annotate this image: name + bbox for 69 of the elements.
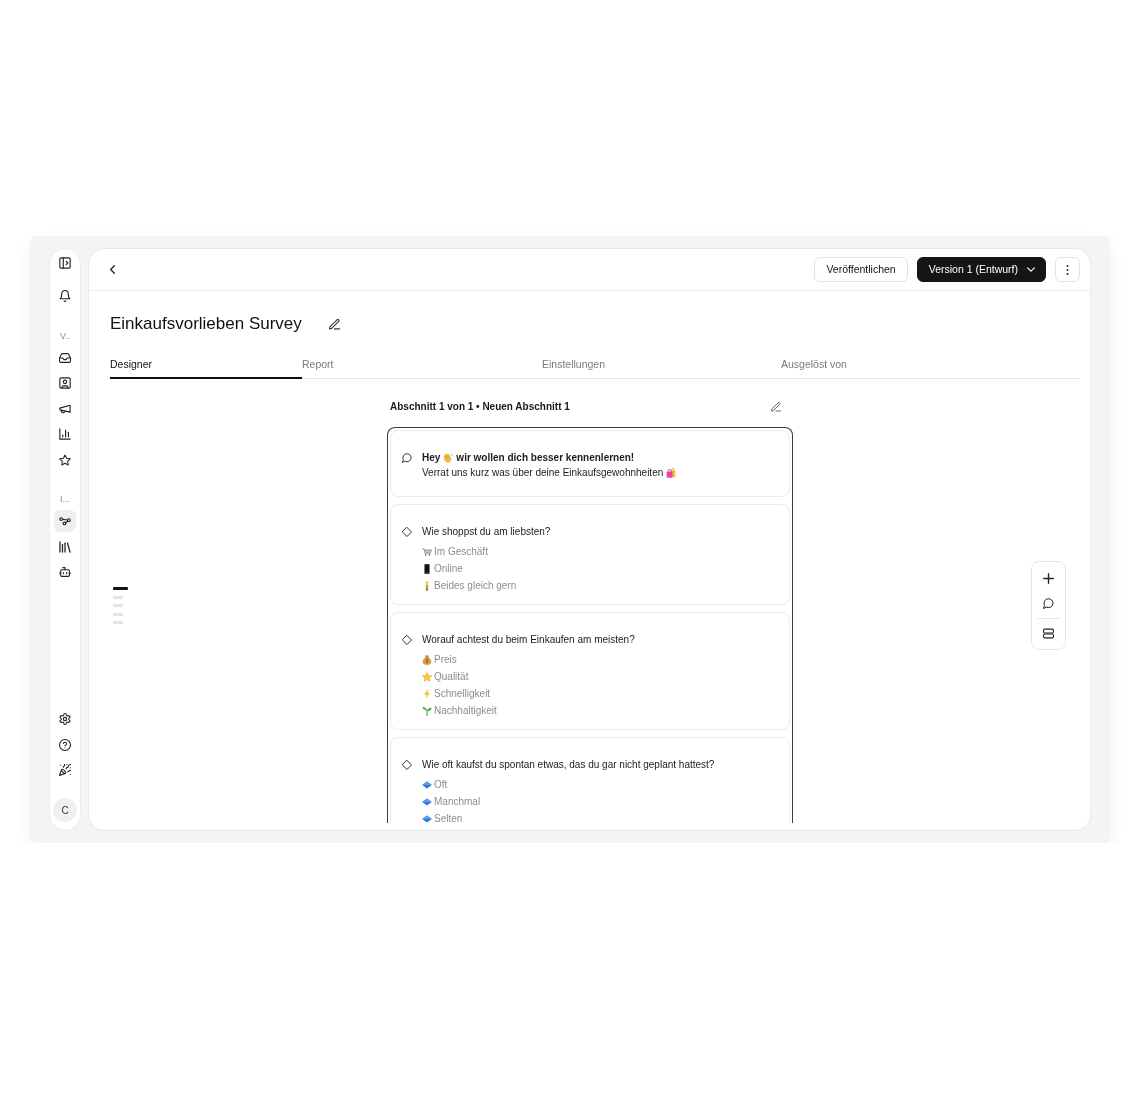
- bar-chart-icon: [59, 428, 71, 440]
- sidebar-group-label: V..: [59, 329, 71, 342]
- connected-nodes-icon: [59, 515, 71, 527]
- pencil-icon[interactable]: [771, 402, 781, 412]
- filled-diamond-icon: [422, 813, 432, 823]
- tab[interactable]: Report: [302, 357, 542, 379]
- sprout-icon: [422, 705, 432, 716]
- option-text: Preis: [434, 653, 457, 667]
- question-text: Worauf achtest du beim Einkaufen am meisten?: [422, 633, 635, 647]
- shopping-bags-icon: [666, 467, 677, 478]
- chevron-down-icon: [1027, 267, 1035, 272]
- diamond-icon: [402, 634, 412, 645]
- question-card[interactable]: Wie oft kaufst du spontan etwas, das du gar nicht geplant hattest? Oft Manchmal Selten: [390, 737, 790, 823]
- lightning-bolt-icon: [422, 688, 432, 699]
- option-text: Qualität: [434, 670, 469, 684]
- star-icon: [422, 671, 432, 682]
- section-heading: Abschnitt 1 von 1 • Neuen Abschnitt 1: [390, 401, 570, 413]
- speech-bubble-icon: [402, 452, 412, 463]
- diamond-icon: [402, 759, 412, 770]
- question-text: Wie oft kaufst du spontan etwas, das du gar nicht geplant hattest?: [422, 758, 715, 772]
- section-marker[interactable]: [113, 587, 128, 590]
- user-avatar[interactable]: C: [53, 798, 77, 822]
- tab[interactable]: Einstellungen: [542, 357, 781, 379]
- diamond-icon: [402, 526, 412, 537]
- contact-card-icon: [59, 377, 71, 389]
- mobile-phone-icon: [422, 563, 432, 574]
- option-text: Im Geschäft: [434, 545, 488, 559]
- shopping-cart-icon: [422, 546, 432, 557]
- publish-button[interactable]: Veröffentlichen: [814, 257, 908, 282]
- stacked-rows-icon[interactable]: [1043, 627, 1054, 639]
- tab[interactable]: Ausgelöst von: [781, 357, 1080, 379]
- vertical-dots-icon: [1066, 264, 1069, 275]
- option-text: Nachhaltigkeit: [434, 704, 497, 718]
- option-text: Manchmal: [434, 795, 481, 809]
- help-icon: [59, 738, 71, 751]
- library-icon: [59, 540, 71, 553]
- question-text: Wie shoppst du am liebsten?: [422, 525, 551, 539]
- chevron-left-icon: [109, 265, 115, 274]
- tab[interactable]: Designer: [110, 357, 302, 379]
- waving-hand-icon: [443, 452, 454, 463]
- robot-icon: [59, 566, 71, 578]
- option-text: Online: [434, 562, 463, 576]
- bell-icon: [59, 290, 71, 302]
- statement-card[interactable]: Hey wir wollen dich besser kennenlernen! Verrat uns kurz was über deine Einkaufsgewohnheiten: [390, 430, 790, 497]
- sidebar-group-label: I...: [60, 493, 70, 505]
- filled-diamond-icon: [422, 796, 432, 807]
- filled-diamond-icon: [422, 779, 432, 790]
- question-card[interactable]: Worauf achtest du beim Einkaufen am meisten? Preis Qualität Schnelligkeit Nachhaltigkeit: [390, 612, 790, 730]
- heading-text: Hey: [422, 451, 441, 465]
- pencil-icon[interactable]: [328, 318, 340, 330]
- inbox-tray-icon: [59, 351, 71, 364]
- intro-text: Verrat uns kurz was über deine Einkaufsgewohnheiten: [422, 466, 664, 480]
- settings-icon: [59, 713, 71, 725]
- question-card[interactable]: Wie shoppst du am liebsten? Im Geschäft Online Beides gleich gern: [390, 504, 790, 605]
- option-text: Schnelligkeit: [434, 687, 491, 701]
- heading-text: wir wollen dich besser kennenlernen!: [456, 451, 635, 465]
- option-text: Selten: [434, 812, 463, 823]
- option-text: Beides gleich gern: [434, 579, 517, 593]
- party-popper-icon: [59, 764, 71, 776]
- star-icon: [59, 453, 71, 466]
- survey-title: Einkaufsvorlieben Survey: [110, 314, 302, 334]
- option-text: Oft: [434, 778, 448, 792]
- sidebar-toggle-icon: [59, 257, 71, 269]
- speech-bubble-icon[interactable]: [1043, 597, 1054, 609]
- sidebar-nav-button[interactable]: [54, 510, 76, 532]
- version-dropdown-button[interactable]: Version 1 (Entwurf): [916, 257, 1046, 282]
- megaphone-icon: [59, 402, 71, 415]
- plus-icon[interactable]: [1043, 572, 1054, 584]
- money-bag-icon: [422, 654, 432, 665]
